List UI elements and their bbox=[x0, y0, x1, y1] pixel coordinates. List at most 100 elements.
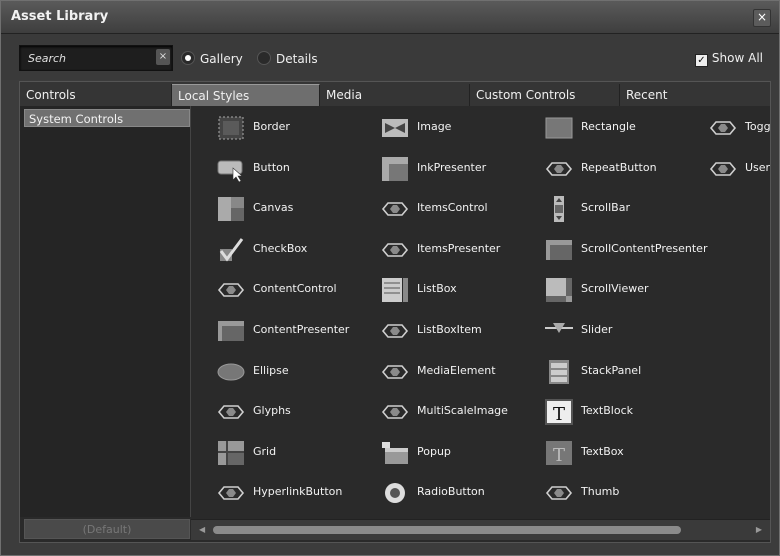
generic-control-icon bbox=[381, 359, 409, 385]
scroll-right-icon[interactable]: ▶ bbox=[756, 525, 762, 534]
search-box[interactable]: × bbox=[19, 45, 173, 71]
asset-label: UserCon bbox=[745, 160, 770, 174]
asset-item-inkpresenter[interactable]: InkPresenter bbox=[373, 153, 538, 185]
ink-presenter-icon bbox=[381, 156, 409, 182]
generic-control-icon bbox=[217, 480, 245, 506]
asset-item-mediaelement[interactable]: MediaElement bbox=[373, 356, 538, 388]
asset-label: RepeatButton bbox=[581, 160, 657, 174]
tab-custom-controls[interactable]: Custom Controls bbox=[470, 84, 620, 106]
generic-control-icon bbox=[545, 480, 573, 506]
asset-item-button[interactable]: Button bbox=[209, 153, 374, 185]
asset-item-checkbox[interactable]: CheckBox bbox=[209, 234, 374, 266]
asset-item-canvas[interactable]: Canvas bbox=[209, 193, 374, 225]
asset-item-popup[interactable]: Popup bbox=[373, 437, 538, 469]
asset-item-border[interactable]: Border bbox=[209, 112, 374, 144]
rectangle-icon bbox=[545, 115, 573, 141]
asset-label: Ellipse bbox=[253, 363, 289, 377]
scroll-left-icon[interactable]: ◀ bbox=[199, 525, 205, 534]
asset-item-thumb[interactable]: Thumb bbox=[537, 477, 702, 509]
asset-item-stackpanel[interactable]: StackPanel bbox=[537, 356, 702, 388]
asset-label: ScrollBar bbox=[581, 201, 630, 215]
search-input[interactable] bbox=[26, 49, 150, 67]
asset-item-itemscontrol[interactable]: ItemsControl bbox=[373, 193, 538, 225]
asset-item-image[interactable]: Image bbox=[373, 112, 538, 144]
asset-label: Thumb bbox=[581, 485, 620, 499]
show-all-checkbox[interactable]: ✓ Show All bbox=[694, 51, 763, 67]
content-presenter-icon bbox=[545, 237, 573, 263]
asset-item-glyphs[interactable]: Glyphs bbox=[209, 396, 374, 428]
horizontal-scrollbar[interactable]: ◀ ▶ bbox=[191, 519, 770, 540]
asset-item-textblock[interactable]: T TextBlock bbox=[537, 396, 702, 428]
asset-item-rectangle[interactable]: Rectangle bbox=[537, 112, 702, 144]
checkbox-icon bbox=[217, 237, 245, 263]
close-button[interactable]: × bbox=[753, 9, 771, 27]
details-radio[interactable]: Details bbox=[257, 51, 318, 66]
radio-unselected-icon bbox=[257, 51, 271, 65]
border-icon bbox=[217, 115, 245, 141]
scrollviewer-icon bbox=[545, 277, 573, 303]
asset-label: ScrollViewer bbox=[581, 282, 649, 296]
generic-control-icon bbox=[381, 318, 409, 344]
asset-item-itemspresenter[interactable]: ItemsPresenter bbox=[373, 234, 538, 266]
slider-icon bbox=[545, 318, 573, 344]
stackpanel-icon bbox=[545, 359, 573, 385]
asset-item-slider[interactable]: Slider bbox=[537, 315, 702, 347]
listbox-icon bbox=[381, 277, 409, 303]
asset-label: StackPanel bbox=[581, 363, 642, 377]
generic-control-icon bbox=[217, 399, 245, 425]
asset-label: Grid bbox=[253, 444, 277, 458]
tab-controls[interactable]: Controls bbox=[20, 84, 172, 106]
tab-media[interactable]: Media bbox=[320, 84, 470, 106]
radio-selected-icon bbox=[181, 51, 195, 65]
show-all-label: Show All bbox=[711, 51, 763, 65]
generic-control-icon bbox=[217, 277, 245, 303]
asset-item-radiobutton[interactable]: RadioButton bbox=[373, 477, 538, 509]
asset-item-listboxitem[interactable]: ListBoxItem bbox=[373, 315, 538, 347]
asset-item-contentpresenter[interactable]: ContentPresenter bbox=[209, 315, 374, 347]
tab-recent[interactable]: Recent bbox=[620, 84, 770, 106]
asset-label: ToggleBu bbox=[745, 120, 770, 133]
asset-item-textbox[interactable]: T TextBox bbox=[537, 437, 702, 469]
asset-item-grid[interactable]: Grid bbox=[209, 437, 374, 469]
asset-label: Rectangle bbox=[581, 120, 636, 133]
asset-item-scrollcontentpresenter[interactable]: ScrollContentPresenter bbox=[537, 234, 707, 266]
asset-label: ScrollContentPresenter bbox=[581, 241, 708, 255]
tab-local-styles[interactable]: Local Styles bbox=[172, 84, 320, 106]
asset-item-hyperlinkbutton[interactable]: HyperlinkButton bbox=[209, 477, 374, 509]
grid-icon bbox=[217, 440, 245, 466]
category-sidebar: System Controls bbox=[20, 106, 191, 517]
asset-item-repeatbutton[interactable]: RepeatButton bbox=[537, 153, 702, 185]
asset-grid: Border Button Canvas CheckBox ContentControl… bbox=[191, 106, 770, 517]
asset-item-scrollviewer[interactable]: ScrollViewer bbox=[537, 274, 702, 306]
asset-item-ellipse[interactable]: Ellipse bbox=[209, 356, 374, 388]
asset-item-togglebu[interactable]: ToggleBu bbox=[701, 112, 770, 144]
details-label: Details bbox=[276, 52, 318, 66]
asset-item-multiscaleimage[interactable]: MultiScaleImage bbox=[373, 396, 538, 428]
asset-label: ListBoxItem bbox=[417, 323, 482, 336]
generic-control-icon bbox=[709, 115, 737, 141]
radiobutton-icon bbox=[381, 480, 409, 506]
asset-label: ContentPresenter bbox=[253, 323, 350, 336]
asset-item-contentcontrol[interactable]: ContentControl bbox=[209, 274, 374, 306]
scrollbar-icon bbox=[545, 196, 573, 223]
asset-item-scrollbar[interactable]: ScrollBar bbox=[537, 193, 702, 225]
window-title: Asset Library bbox=[11, 9, 109, 24]
asset-label: ContentControl bbox=[253, 282, 337, 296]
gallery-label: Gallery bbox=[200, 52, 243, 66]
asset-item-usercon[interactable]: UserCon bbox=[701, 153, 770, 185]
asset-label: ItemsPresenter bbox=[417, 241, 501, 255]
default-button[interactable]: (Default) bbox=[24, 519, 190, 539]
gallery-radio[interactable]: Gallery bbox=[181, 51, 243, 66]
generic-control-icon bbox=[381, 237, 409, 263]
scrollbar-thumb[interactable] bbox=[213, 526, 681, 534]
asset-label: Canvas bbox=[253, 201, 294, 215]
asset-label: Popup bbox=[417, 444, 451, 458]
svg-text:T: T bbox=[553, 445, 565, 466]
title-bar: Asset Library × bbox=[1, 1, 779, 34]
canvas-icon bbox=[217, 196, 245, 222]
generic-control-icon bbox=[381, 196, 409, 222]
sidebar-item-system-controls[interactable]: System Controls bbox=[24, 109, 190, 127]
asset-label: MultiScaleImage bbox=[417, 404, 508, 418]
clear-search-icon[interactable]: × bbox=[156, 49, 170, 65]
asset-item-listbox[interactable]: ListBox bbox=[373, 274, 538, 306]
